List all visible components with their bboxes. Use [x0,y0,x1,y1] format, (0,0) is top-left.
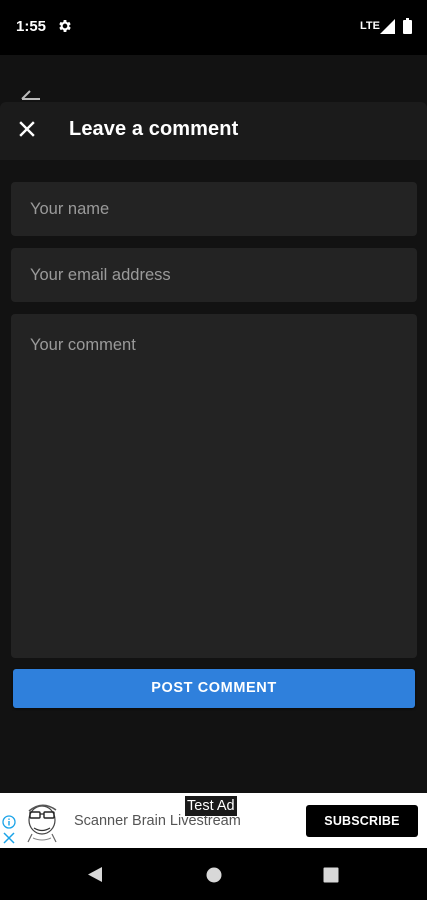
ad-close-icon[interactable] [3,832,15,844]
signal-icon [380,19,395,34]
email-placeholder: Your email address [30,266,171,284]
name-field[interactable]: Your name [11,182,417,236]
ad-info-icon[interactable] [2,815,16,829]
comment-placeholder: Your comment [30,336,136,354]
name-placeholder: Your name [30,200,110,218]
battery-icon [403,18,412,34]
gear-icon [59,20,71,32]
home-circle-icon[interactable] [206,867,222,883]
post-comment-button[interactable]: POST COMMENT [13,669,415,708]
email-field[interactable]: Your email address [11,248,417,302]
recents-square-icon[interactable] [323,867,339,883]
back-triangle-icon[interactable] [87,866,103,883]
back-arrow-icon [21,90,40,100]
ad-avatar [27,804,57,843]
ad-title[interactable]: Scanner Brain Livestream [74,813,241,829]
subscribe-button[interactable]: SUBSCRIBE [306,805,418,837]
page-title: Leave a comment [69,118,239,140]
network-type: LTE [360,20,380,32]
status-time: 1:55 [16,18,47,35]
close-icon[interactable] [19,121,35,137]
comment-field[interactable]: Your comment [11,314,417,658]
